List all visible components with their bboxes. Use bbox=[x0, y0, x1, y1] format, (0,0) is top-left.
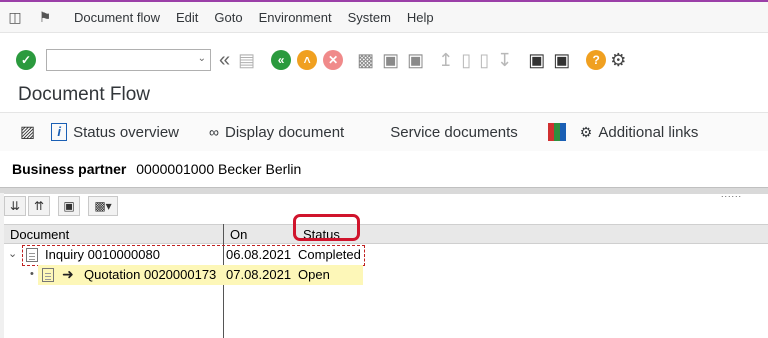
links-icon: ⚙ bbox=[579, 123, 593, 140]
menu-help[interactable]: Help bbox=[399, 10, 442, 25]
business-partner-line: Business partner 0000001000 Becker Berli… bbox=[12, 161, 301, 177]
find-next-icon[interactable]: ▣ bbox=[407, 50, 424, 70]
chart-icon bbox=[547, 123, 566, 141]
application-toolbar: ▨ i Status overview ∞ Display document S… bbox=[0, 112, 768, 151]
display-document-button[interactable]: ∞ Display document bbox=[209, 124, 344, 141]
glasses-icon: ∞ bbox=[209, 124, 219, 140]
arrow-right-icon: ➜ bbox=[62, 266, 74, 282]
nav-back-icon[interactable]: « bbox=[271, 50, 292, 70]
splitter[interactable]: ...... bbox=[0, 187, 768, 199]
menu-environment[interactable]: Environment bbox=[251, 10, 340, 25]
tree-toolbar: ⇊ ⇈ ▣ ▩▾ bbox=[4, 195, 120, 217]
last-page-icon[interactable]: ↧ bbox=[497, 50, 512, 70]
find-icon[interactable]: ▣ bbox=[382, 50, 399, 70]
standard-toolbar: ✓ ⌄ « ▤ « ˄ ✕ ▩ ▣ ▣ ↥ ▯ ▯ ↧ ▣ ▣ ? ⚙ bbox=[0, 40, 768, 80]
status-overview-button[interactable]: i Status overview bbox=[51, 123, 179, 141]
filter-icon[interactable]: ▨ bbox=[20, 122, 35, 142]
additional-links-button[interactable]: ⚙ Additional links bbox=[547, 123, 699, 141]
next-page-icon[interactable]: ▯ bbox=[479, 50, 489, 70]
help-icon[interactable]: ? bbox=[586, 50, 607, 70]
menu-goto[interactable]: Goto bbox=[206, 10, 250, 25]
prev-page-icon[interactable]: ▯ bbox=[461, 50, 471, 70]
new-session-icon[interactable]: ▣ bbox=[528, 50, 545, 70]
menu-icon[interactable]: ◫ bbox=[4, 9, 26, 26]
tree-collapse-icon[interactable]: ⌄ bbox=[8, 247, 17, 260]
collapse-all-icon[interactable]: ⇈ bbox=[28, 196, 50, 216]
business-partner-label: Business partner bbox=[12, 161, 127, 177]
status-highlight-box bbox=[293, 214, 360, 241]
screen-title: Document Flow bbox=[18, 84, 150, 105]
print-icon[interactable]: ▩▾ bbox=[88, 196, 118, 216]
table-header: Document On Status bbox=[4, 224, 768, 244]
service-documents-button[interactable]: Service documents bbox=[390, 124, 518, 141]
business-partner-value: 0000001000 Becker Berlin bbox=[136, 161, 302, 177]
expand-all-icon[interactable]: ⇊ bbox=[4, 196, 26, 216]
info-icon: i bbox=[51, 123, 68, 141]
splitter-grip[interactable]: ...... bbox=[721, 189, 742, 199]
shortcut-icon[interactable]: ▣ bbox=[553, 50, 570, 70]
exit-icon[interactable]: ˄ bbox=[297, 50, 318, 70]
print-icon[interactable]: ▩ bbox=[357, 50, 374, 70]
menu-edit[interactable]: Edit bbox=[168, 10, 206, 25]
service-documents-label: Service documents bbox=[390, 123, 518, 141]
display-document-label: Display document bbox=[225, 123, 345, 141]
status-overview-label: Status overview bbox=[73, 123, 180, 141]
date-cell: 07.08.2021 bbox=[226, 267, 292, 282]
column-header-on[interactable]: On bbox=[230, 227, 247, 242]
additional-links-label: Additional links bbox=[598, 123, 699, 141]
enter-check-icon[interactable]: ✓ bbox=[16, 50, 36, 70]
chevron-down-icon[interactable]: ⌄ bbox=[198, 53, 206, 64]
cancel-icon[interactable]: ✕ bbox=[323, 50, 344, 70]
document-cell: Quotation 0020000173 bbox=[84, 267, 217, 282]
sap-icon[interactable]: ⚑ bbox=[34, 9, 56, 26]
menu-system[interactable]: System bbox=[340, 10, 399, 25]
table-row[interactable]: • ➜ Quotation 0020000173 07.08.2021 Open bbox=[4, 265, 364, 285]
command-field[interactable]: ⌄ bbox=[46, 49, 211, 71]
back-icon[interactable]: « bbox=[219, 50, 230, 70]
find-icon[interactable]: ▣ bbox=[58, 196, 80, 216]
tree-node-dot: • bbox=[30, 268, 34, 280]
document-icon bbox=[42, 268, 54, 282]
menu-document-flow[interactable]: Document flow bbox=[66, 10, 168, 25]
save-icon[interactable]: ▤ bbox=[238, 50, 255, 70]
first-page-icon[interactable]: ↥ bbox=[438, 50, 453, 70]
column-header-document[interactable]: Document bbox=[10, 227, 69, 242]
menu-bar: ◫ ⚑ Document flow Edit Goto Environment … bbox=[0, 2, 768, 33]
row-focus-frame bbox=[22, 245, 365, 266]
settings-icon[interactable]: ⚙ bbox=[610, 50, 626, 70]
status-cell: Open bbox=[298, 267, 330, 282]
